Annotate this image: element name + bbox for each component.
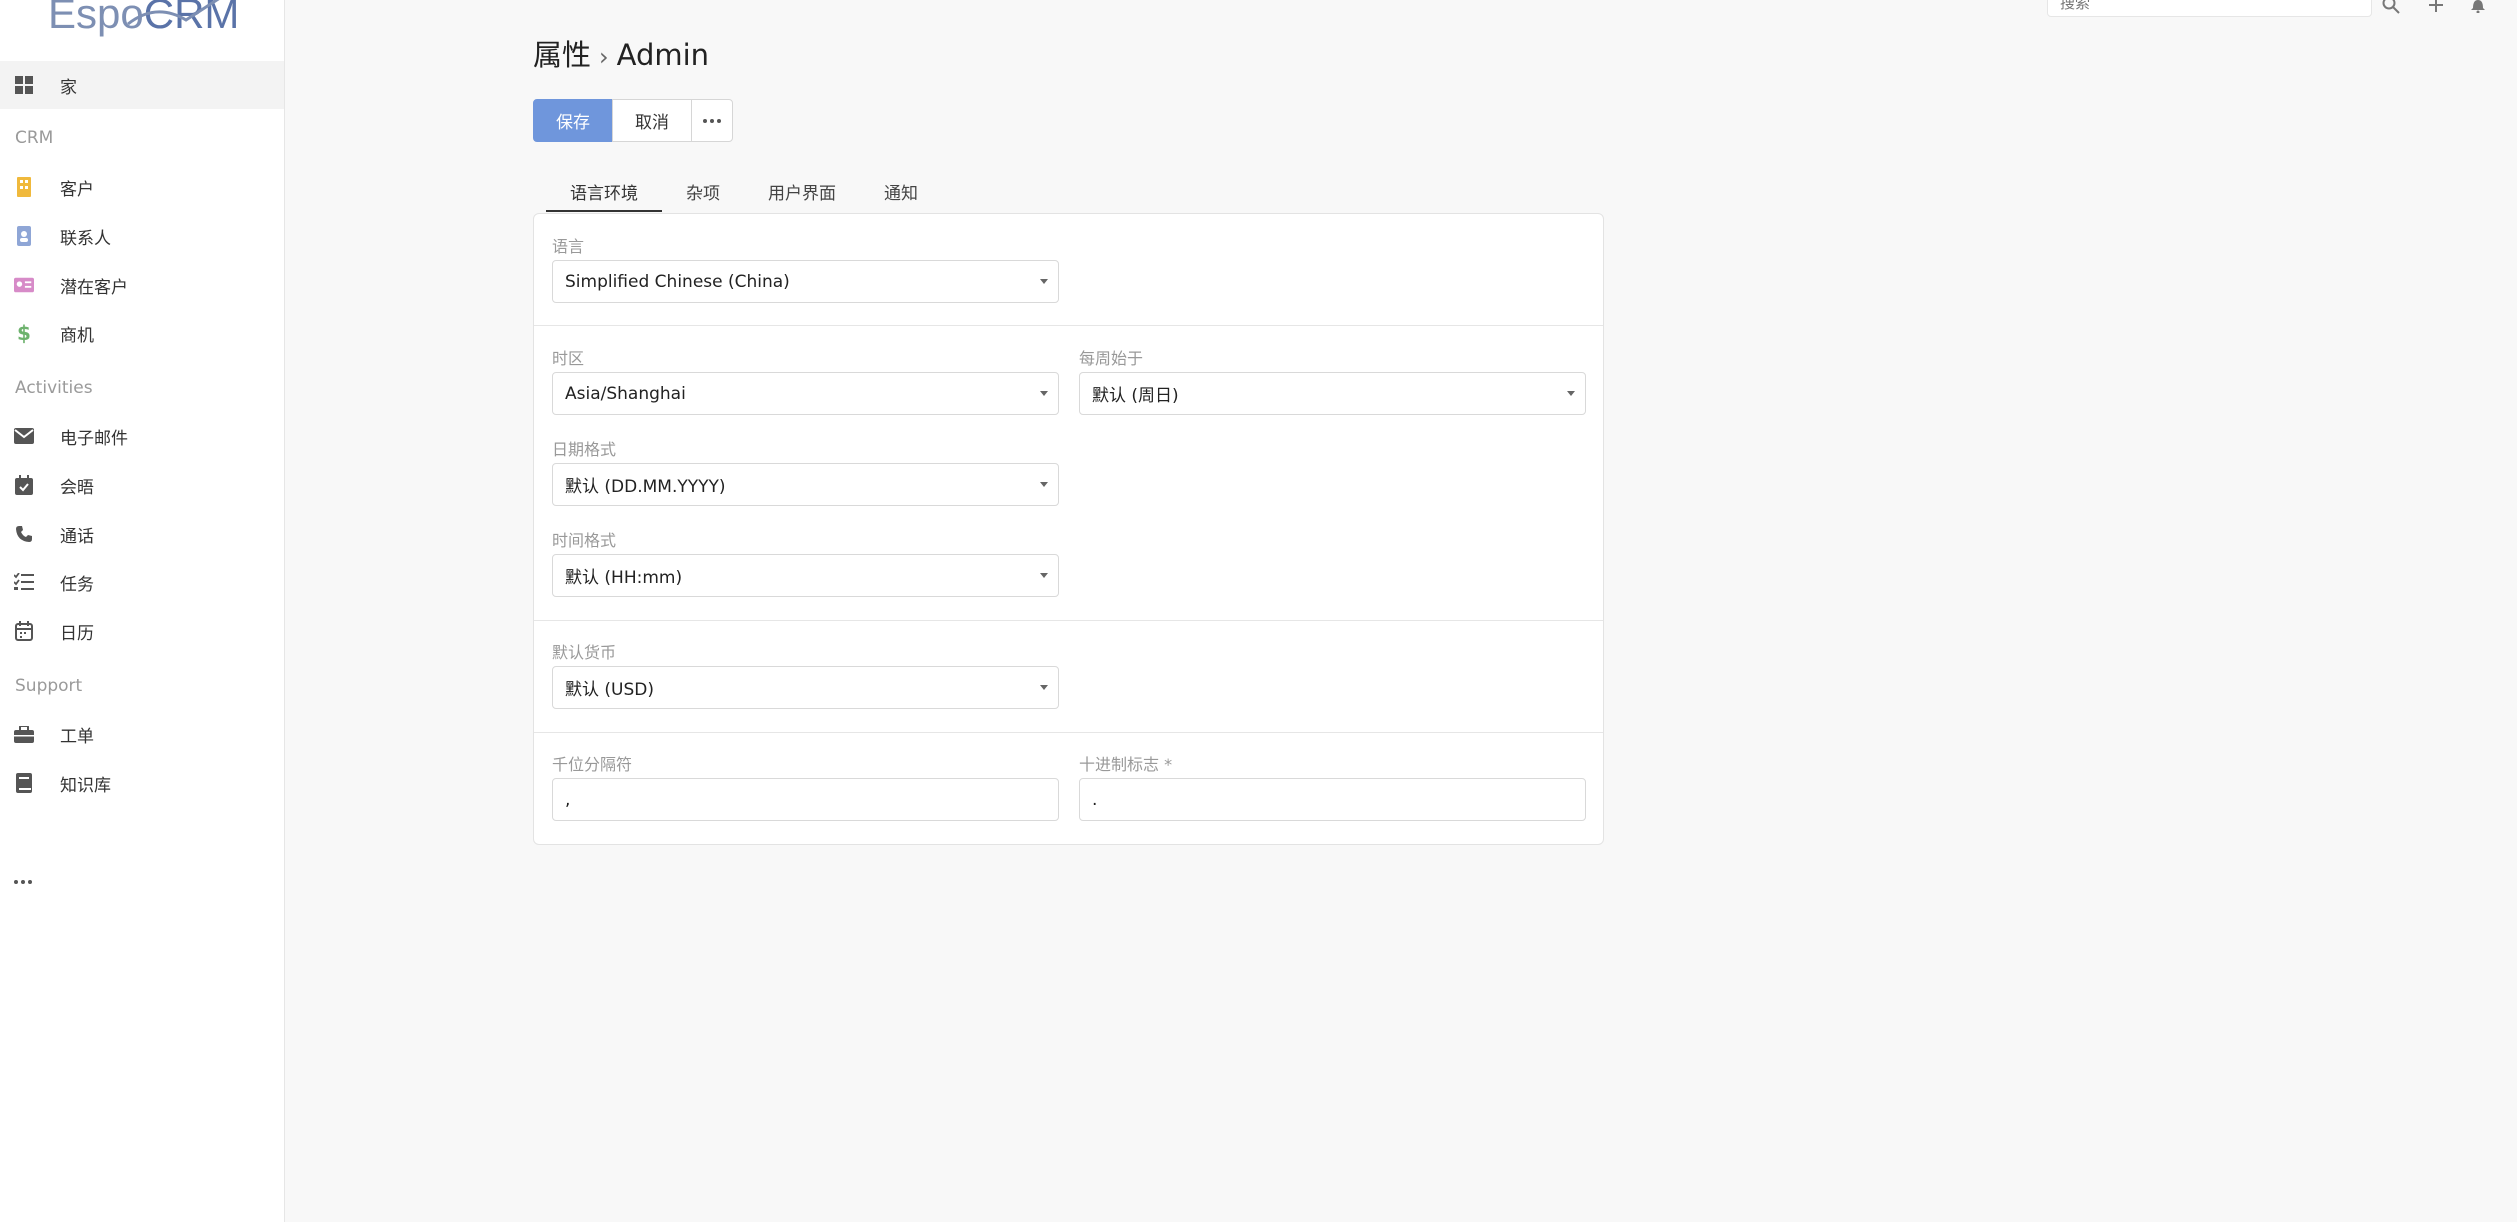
nav-group-support: Support <box>15 676 83 696</box>
sidebar-item-accounts[interactable]: 客户 <box>0 163 284 211</box>
more-actions-button[interactable] <box>691 99 733 142</box>
bell-icon[interactable] <box>2467 0 2489 16</box>
dashboard-icon <box>14 75 34 95</box>
cancel-button[interactable]: 取消 <box>612 99 692 142</box>
nav-group-activities: Activities <box>15 378 93 398</box>
breadcrumb-record: Admin <box>616 38 710 72</box>
sidebar-item-opportunities[interactable]: $ 商机 <box>0 309 284 357</box>
chevron-down-icon <box>1040 391 1048 396</box>
sidebar-item-calls[interactable]: 通话 <box>0 510 284 558</box>
task-list-icon <box>14 572 34 592</box>
thousand-separator-input[interactable] <box>552 778 1059 821</box>
timezone-label: 时区 <box>552 349 585 368</box>
chevron-down-icon <box>1567 391 1575 396</box>
tab-user-interface[interactable]: 用户界面 <box>744 172 860 212</box>
sidebar-item-label: 家 <box>60 77 77 98</box>
week-start-value: 默认 (周日) <box>1092 386 1179 406</box>
sidebar-item-emails[interactable]: 电子邮件 <box>0 412 284 460</box>
nav-group-crm: CRM <box>15 128 54 148</box>
sidebar-item-label: 电子邮件 <box>60 428 128 449</box>
language-label: 语言 <box>552 237 585 256</box>
sidebar-item-contacts[interactable]: 联系人 <box>0 212 284 260</box>
section-divider <box>534 620 1603 621</box>
briefcase-icon <box>14 724 34 744</box>
envelope-icon <box>14 426 34 446</box>
date-format-select[interactable]: 默认 (DD.MM.YYYY) <box>552 463 1059 506</box>
thousand-separator-label: 千位分隔符 <box>552 755 633 774</box>
save-button[interactable]: 保存 <box>533 99 613 142</box>
sidebar-item-calendar[interactable]: 日历 <box>0 607 284 655</box>
date-format-label: 日期格式 <box>552 440 617 459</box>
id-card-icon <box>14 275 34 295</box>
time-format-value: 默认 (HH:mm) <box>565 568 683 588</box>
page-title: 属性 › Admin <box>533 32 709 74</box>
timezone-select[interactable]: Asia/Shanghai <box>552 372 1059 415</box>
date-format-value: 默认 (DD.MM.YYYY) <box>565 477 726 497</box>
calendar-icon <box>14 621 34 641</box>
sidebar-item-label: 日历 <box>60 623 94 644</box>
global-search-input[interactable] <box>2047 0 2372 17</box>
sidebar-item-label: 商机 <box>60 325 94 346</box>
sidebar-item-label: 通话 <box>60 526 94 547</box>
settings-tabs: 语言环境 杂项 用户界面 通知 <box>546 172 942 212</box>
tab-locale[interactable]: 语言环境 <box>546 172 662 212</box>
chevron-down-icon <box>1040 573 1048 578</box>
contact-card-icon <box>14 226 34 246</box>
currency-select[interactable]: 默认 (USD) <box>552 666 1059 709</box>
week-start-select[interactable]: 默认 (周日) <box>1079 372 1586 415</box>
chevron-down-icon <box>1040 279 1048 284</box>
search-icon[interactable] <box>2380 0 2402 16</box>
week-start-label: 每周始于 <box>1079 349 1144 368</box>
chevron-down-icon <box>1040 685 1048 690</box>
currency-value: 默认 (USD) <box>565 680 654 700</box>
sidebar-item-label: 任务 <box>60 574 94 595</box>
sidebar-item-label: 工单 <box>60 726 94 747</box>
tab-misc[interactable]: 杂项 <box>662 172 744 212</box>
decimal-mark-label: 十进制标志 * <box>1079 755 1173 774</box>
language-select[interactable]: Simplified Chinese (China) <box>552 260 1059 303</box>
tab-notifications[interactable]: 通知 <box>860 172 942 212</box>
sidebar: EspoCRM 家 CRM 客户 联系人 潜在客户 $ 商机 Activitie… <box>0 0 285 1222</box>
sidebar-item-label: 潜在客户 <box>60 277 128 298</box>
chevron-down-icon <box>1040 482 1048 487</box>
time-format-label: 时间格式 <box>552 531 617 550</box>
sidebar-item-label: 会晤 <box>60 477 94 498</box>
section-divider <box>534 325 1603 326</box>
sidebar-item-knowledge-base[interactable]: 知识库 <box>0 759 284 807</box>
breadcrumb-section[interactable]: 属性 <box>533 38 591 72</box>
sidebar-item-cases[interactable]: 工单 <box>0 710 284 758</box>
dollar-icon: $ <box>17 321 31 345</box>
phone-icon <box>14 524 34 544</box>
plus-icon[interactable] <box>2425 0 2447 16</box>
language-value: Simplified Chinese (China) <box>565 271 790 292</box>
logo-swoosh-icon <box>127 0 220 26</box>
timezone-value: Asia/Shanghai <box>565 383 686 404</box>
sidebar-item-tasks[interactable]: 任务 <box>0 558 284 606</box>
app-logo[interactable]: EspoCRM <box>48 0 238 46</box>
sidebar-item-home[interactable]: 家 <box>0 61 284 109</box>
breadcrumb-separator: › <box>599 43 609 71</box>
decimal-mark-input[interactable] <box>1079 778 1586 821</box>
currency-label: 默认货币 <box>552 643 617 662</box>
section-divider <box>534 732 1603 733</box>
sidebar-item-label: 知识库 <box>60 775 111 796</box>
book-icon <box>14 773 34 793</box>
sidebar-item-meetings[interactable]: 会晤 <box>0 461 284 509</box>
sidebar-item-leads[interactable]: 潜在客户 <box>0 261 284 309</box>
time-format-select[interactable]: 默认 (HH:mm) <box>552 554 1059 597</box>
sidebar-item-label: 客户 <box>60 179 94 200</box>
action-buttons: 保存 取消 <box>533 99 733 142</box>
locale-panel: 语言 Simplified Chinese (China) 时区 Asia/Sh… <box>533 213 1604 845</box>
calendar-check-icon <box>14 475 34 495</box>
more-menu-icon[interactable] <box>14 874 36 890</box>
building-icon <box>14 177 34 197</box>
sidebar-item-label: 联系人 <box>60 228 111 249</box>
